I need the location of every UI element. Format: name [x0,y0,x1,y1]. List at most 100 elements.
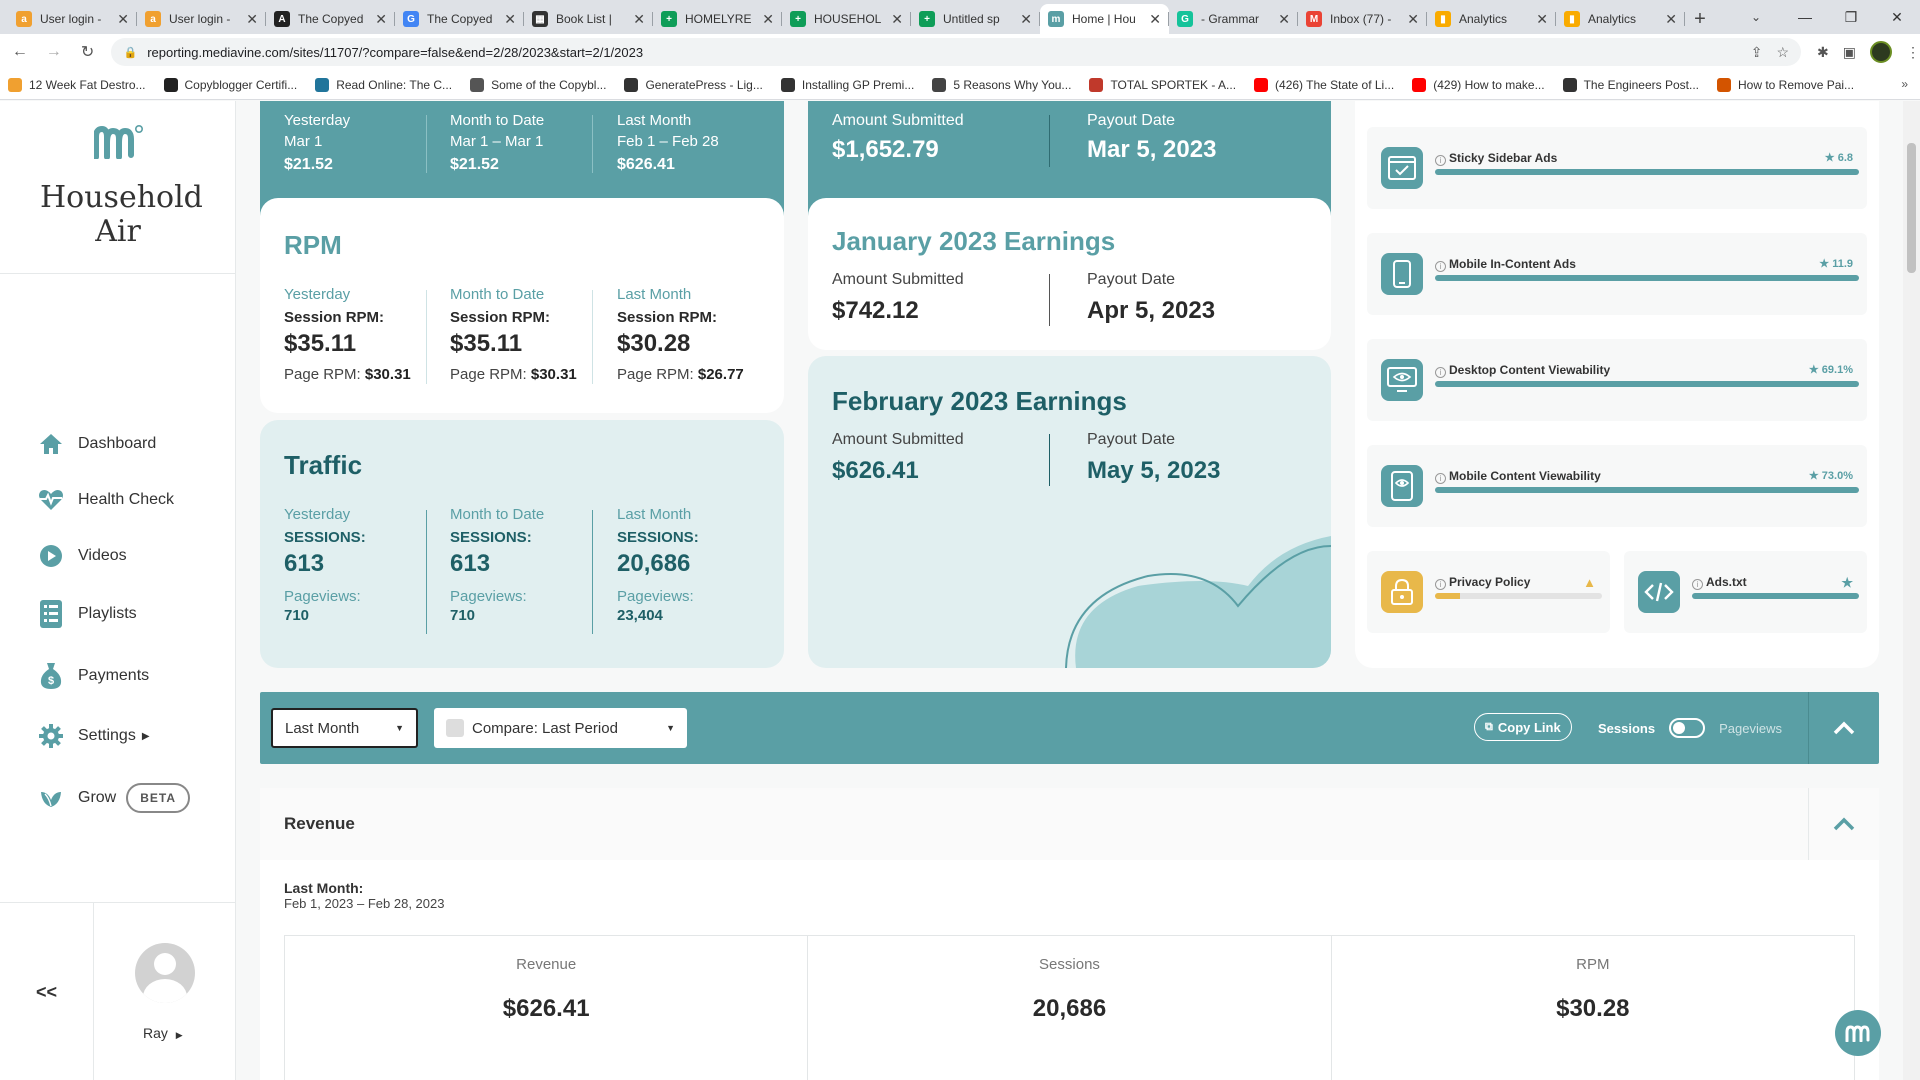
browser-tab[interactable]: + HOMELYRE ✕ [653,4,782,34]
browser-tab[interactable]: a User login - ✕ [137,4,266,34]
info-icon[interactable]: i [1692,579,1703,590]
restore-icon[interactable]: ❐ [1828,0,1874,34]
january-payout-label: Payout Date [1087,271,1176,288]
browser-tab[interactable]: ▮ Analytics ✕ [1427,4,1556,34]
tab-search-icon[interactable]: ⌄ [1742,4,1770,30]
bookmark-item[interactable]: How to Remove Pai... [1717,77,1855,92]
browser-tab[interactable]: m Home | Hou ✕ [1040,4,1169,34]
info-icon[interactable]: i [1435,473,1446,484]
browser-tab[interactable]: A The Copyed ✕ [266,4,395,34]
tab-close-icon[interactable]: ✕ [633,11,645,28]
browser-tab[interactable]: M Inbox (77) - ✕ [1298,4,1427,34]
traffic-yesterday-pageviews: 710 [284,607,310,624]
bookmark-item[interactable]: (426) The State of Li... [1254,77,1395,92]
tab-close-icon[interactable]: ✕ [375,11,387,28]
tab-title: The Copyed [427,12,493,26]
home-icon [38,431,64,457]
browser-tab[interactable]: + Untitled sp ✕ [911,4,1040,34]
collapse-revenue-button[interactable] [1809,788,1879,860]
tab-close-icon[interactable]: ✕ [246,11,258,28]
nav-health-check[interactable]: Health Check [38,487,174,513]
menu-dots-icon[interactable]: ⋮ [1906,44,1920,61]
bookmark-item[interactable]: The Engineers Post... [1562,77,1699,92]
browser-tab[interactable]: a User login - ✕ [8,4,137,34]
collapse-sidebar-button[interactable]: << [0,903,94,1080]
health-item-privacy[interactable]: i Privacy Policy ▲ [1367,551,1610,633]
tab-favicon-icon: A [274,11,290,27]
compare-select[interactable]: Compare: Last Period ▼ [434,708,687,748]
bookmark-item[interactable]: (429) How to make... [1412,77,1545,92]
sessions-pageviews-toggle[interactable] [1669,718,1706,738]
share-icon[interactable]: ⇪ [1751,44,1763,61]
back-icon[interactable]: ← [6,38,34,66]
browser-tab[interactable]: ▦ Book List | ✕ [524,4,653,34]
tab-close-icon[interactable]: ✕ [117,11,129,28]
reload-icon[interactable]: ↻ [74,38,102,66]
extensions-icon[interactable]: ✱ [1817,44,1829,61]
tab-close-icon[interactable]: ✕ [1278,11,1290,28]
tab-close-icon[interactable]: ✕ [1665,11,1677,28]
tab-title: Analytics [1459,12,1508,26]
nav-videos[interactable]: Videos [38,543,127,569]
health-item[interactable]: i Mobile In-Content Ads ★ 11.9 [1367,233,1867,315]
nav-dashboard[interactable]: Dashboard [38,431,156,457]
info-icon[interactable]: i [1435,155,1446,166]
bookmark-label: (426) The State of Li... [1275,77,1395,92]
page-scrollbar[interactable] [1903,101,1920,1080]
url-input[interactable]: 🔒 reporting.mediavine.com/sites/11707/?c… [111,38,1802,66]
browser-tab[interactable]: ▮ Analytics ✕ [1556,4,1685,34]
current-amount-label: Amount Submitted [832,112,964,129]
svg-text:$: $ [48,675,54,687]
bookmark-item[interactable]: Copyblogger Certifi... [163,77,297,92]
tab-close-icon[interactable]: ✕ [762,11,774,28]
scrollbar-thumb[interactable] [1907,143,1916,273]
bookmarks-overflow-icon[interactable]: » [1901,77,1908,91]
user-avatar[interactable] [135,943,195,1003]
health-item-adstxt[interactable]: i Ads.txt ★ [1624,551,1867,633]
profile-avatar[interactable] [1870,41,1893,63]
info-icon[interactable]: i [1435,579,1446,590]
bookmark-star-icon[interactable]: ☆ [1776,44,1789,61]
chat-launcher-button[interactable] [1835,1010,1881,1056]
bookmark-item[interactable]: TOTAL SPORTEK - A... [1089,77,1236,92]
browser-tab[interactable]: G The Copyed ✕ [395,4,524,34]
bookmark-item[interactable]: GeneratePress - Lig... [624,77,763,92]
health-item[interactable]: i Sticky Sidebar Ads ★ 6.8 [1367,127,1867,209]
compare-checkbox[interactable] [446,719,464,737]
copy-link-button[interactable]: ⧉ Copy Link [1474,713,1572,741]
tab-close-icon[interactable]: ✕ [504,11,516,28]
health-item[interactable]: i Desktop Content Viewability ★ 69.1% [1367,339,1867,421]
info-icon[interactable]: i [1435,261,1446,272]
user-menu[interactable]: Ray ▶ [143,1025,183,1041]
tab-close-icon[interactable]: ✕ [1536,11,1548,28]
health-item[interactable]: i Mobile Content Viewability ★ 73.0% [1367,445,1867,527]
collapse-filters-button[interactable] [1809,692,1879,764]
bookmark-item[interactable]: Installing GP Premi... [780,77,914,92]
bookmark-item[interactable]: 12 Week Fat Destro... [8,77,146,92]
bookmark-item[interactable]: 5 Reasons Why You... [932,77,1071,92]
bookmark-label: How to Remove Pai... [1738,77,1855,92]
minimize-icon[interactable]: — [1782,0,1828,34]
traffic-mtd-pageviews: 710 [450,607,476,624]
close-window-icon[interactable]: ✕ [1874,0,1920,34]
nav-playlists[interactable]: Playlists [38,600,137,628]
nav-grow[interactable]: Grow BETA [38,783,191,813]
tab-close-icon[interactable]: ✕ [1020,11,1032,28]
forward-icon[interactable]: → [40,38,68,66]
nav-payments[interactable]: $ Payments [38,663,149,689]
bookmark-item[interactable]: Some of the Copybl... [470,77,606,92]
new-tab-button[interactable]: + [1685,4,1715,34]
date-range-select[interactable]: Last Month ▼ [271,708,418,748]
tab-close-icon[interactable]: ✕ [1407,11,1419,28]
info-icon[interactable]: i [1435,367,1446,378]
browser-tab[interactable]: G - Grammar ✕ [1169,4,1298,34]
tab-close-icon[interactable]: ✕ [891,11,903,28]
february-amount: Amount Submitted $626.41 [832,431,964,485]
bookmark-item[interactable]: Read Online: The C... [315,77,452,92]
tab-close-icon[interactable]: ✕ [1149,11,1161,28]
browser-tab[interactable]: + HOUSEHOL ✕ [782,4,911,34]
rpm-yesterday-label: Yesterday [284,286,351,303]
nav-settings[interactable]: Settings ▶ [38,723,150,749]
date-range-value: Last Month [285,719,360,737]
side-panel-icon[interactable]: ▣ [1843,44,1856,61]
